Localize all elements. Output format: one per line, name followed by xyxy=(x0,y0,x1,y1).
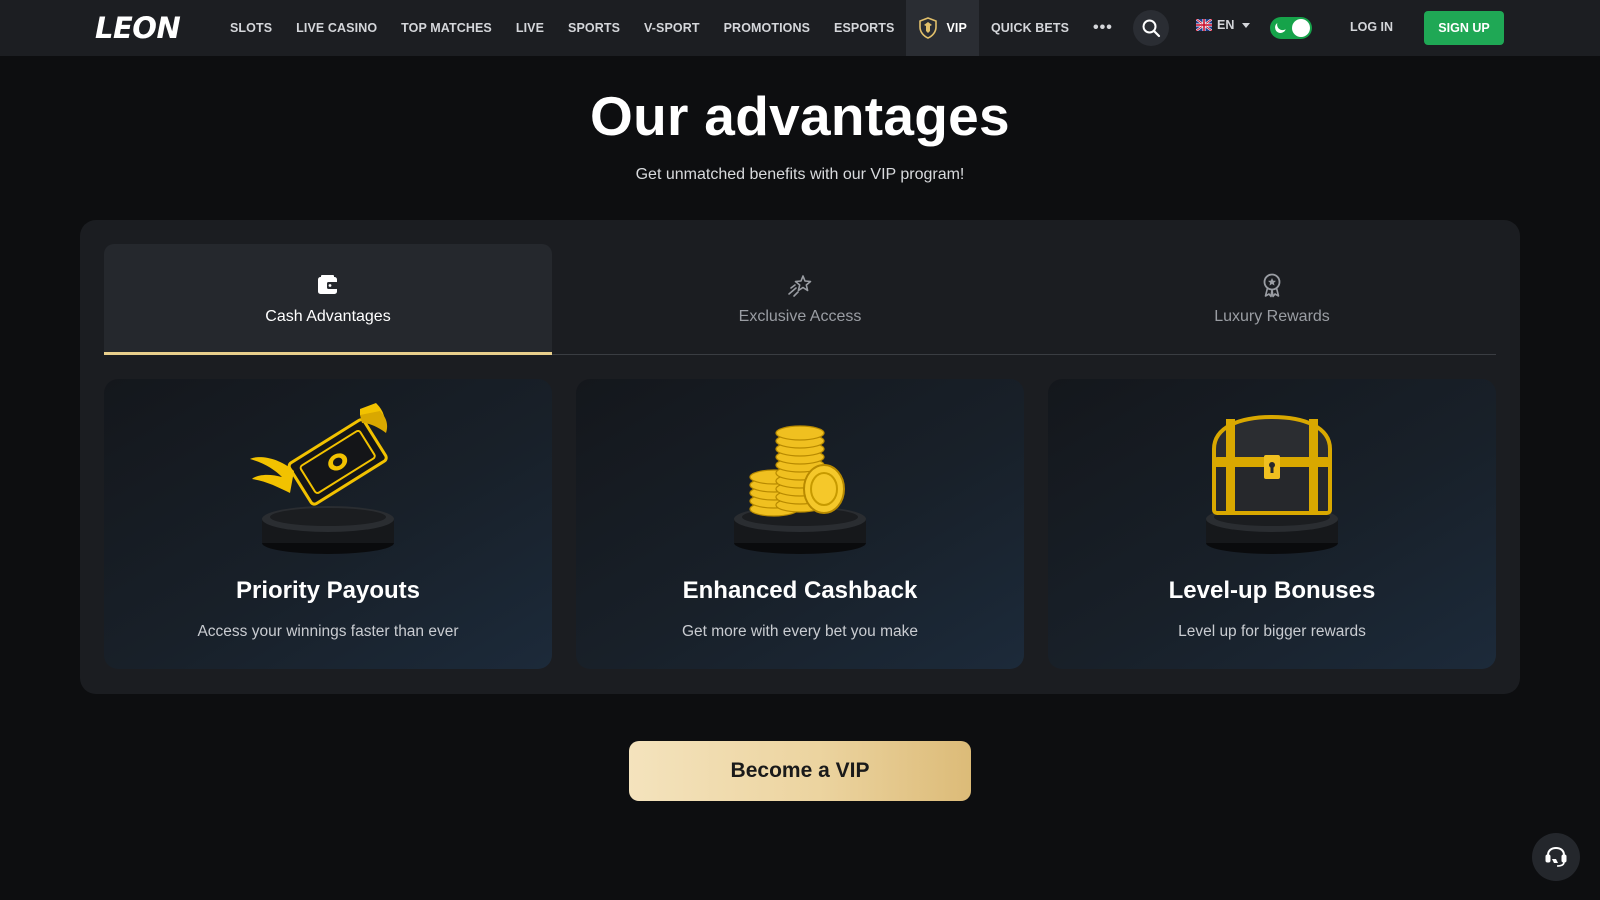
search-button[interactable] xyxy=(1133,10,1169,46)
shooting-star-icon xyxy=(788,275,812,297)
signup-button[interactable]: SIGN UP xyxy=(1424,11,1504,45)
card-priority-payouts: Priority Payouts Access your winnings fa… xyxy=(104,379,552,669)
tab-label: Exclusive Access xyxy=(738,308,862,325)
more-dots-icon[interactable]: ••• xyxy=(1081,0,1125,56)
search-icon xyxy=(1142,19,1161,38)
nav-vip-label: VIP xyxy=(946,21,967,35)
card-title: Level-up Bonuses xyxy=(1168,577,1376,604)
login-button[interactable]: LOG IN xyxy=(1350,20,1393,34)
tab-cash-advantages[interactable]: Cash Advantages xyxy=(104,244,552,355)
main-nav: SLOTS LIVE CASINO TOP MATCHES LIVE SPORT… xyxy=(218,0,1125,56)
nav-live[interactable]: LIVE xyxy=(504,0,556,56)
language-label: EN xyxy=(1217,18,1235,32)
wallet-icon xyxy=(318,275,338,294)
coin-stack-icon xyxy=(734,425,866,554)
dark-mode-toggle[interactable] xyxy=(1270,17,1312,39)
nav-vip[interactable]: VIP xyxy=(906,0,979,56)
tab-luxury-rewards[interactable]: Luxury Rewards xyxy=(1048,244,1496,354)
chevron-down-icon xyxy=(1242,22,1251,28)
advantages-tabs: Cash Advantages Exclusive Access Luxury … xyxy=(104,244,1496,355)
vip-shield-icon xyxy=(919,17,938,39)
uk-flag-icon xyxy=(1196,19,1212,31)
card-level-up-bonuses: Level-up Bonuses Level up for bigger rew… xyxy=(1048,379,1496,669)
card-title: Priority Payouts xyxy=(235,577,421,604)
card-title: Enhanced Cashback xyxy=(682,577,918,604)
award-badge-icon xyxy=(1263,273,1281,298)
nav-promotions[interactable]: PROMOTIONS xyxy=(712,0,822,56)
language-selector[interactable]: EN xyxy=(1196,18,1251,32)
nav-live-casino[interactable]: LIVE CASINO xyxy=(284,0,389,56)
card-description: Level up for bigger rewards xyxy=(1178,623,1366,640)
winged-money-icon xyxy=(250,403,394,554)
page-subtitle: Get unmatched benefits with our VIP prog… xyxy=(635,166,965,183)
nav-esports[interactable]: ESPORTS xyxy=(822,0,906,56)
treasure-chest-icon xyxy=(1206,414,1338,554)
card-description: Access your winnings faster than ever xyxy=(197,623,459,640)
leon-logo[interactable]: LEON xyxy=(95,11,181,45)
toggle-knob xyxy=(1292,19,1310,37)
moon-icon xyxy=(1273,20,1287,34)
chat-support-icon xyxy=(1545,846,1567,867)
chat-support-button[interactable] xyxy=(1532,833,1580,881)
card-enhanced-cashback: Enhanced Cashback Get more with every be… xyxy=(576,379,1024,669)
nav-v-sport[interactable]: V-SPORT xyxy=(632,0,712,56)
card-description: Get more with every bet you make xyxy=(681,623,919,640)
nav-sports[interactable]: SPORTS xyxy=(556,0,632,56)
tab-label: Luxury Rewards xyxy=(1214,308,1330,325)
top-navigation-bar: LEON SLOTS LIVE CASINO TOP MATCHES LIVE … xyxy=(0,0,1600,56)
page-title: Our advantages xyxy=(590,85,1010,147)
advantages-panel: Cash Advantages Exclusive Access Luxury … xyxy=(80,220,1520,694)
advantage-cards: Priority Payouts Access your winnings fa… xyxy=(104,379,1496,669)
tab-exclusive-access[interactable]: Exclusive Access xyxy=(552,244,1048,354)
nav-quick-bets[interactable]: QUICK BETS xyxy=(979,0,1081,56)
become-vip-button[interactable]: Become a VIP xyxy=(629,741,971,801)
nav-top-matches[interactable]: TOP MATCHES xyxy=(389,0,504,56)
nav-slots[interactable]: SLOTS xyxy=(218,0,284,56)
tab-label: Cash Advantages xyxy=(265,308,391,325)
